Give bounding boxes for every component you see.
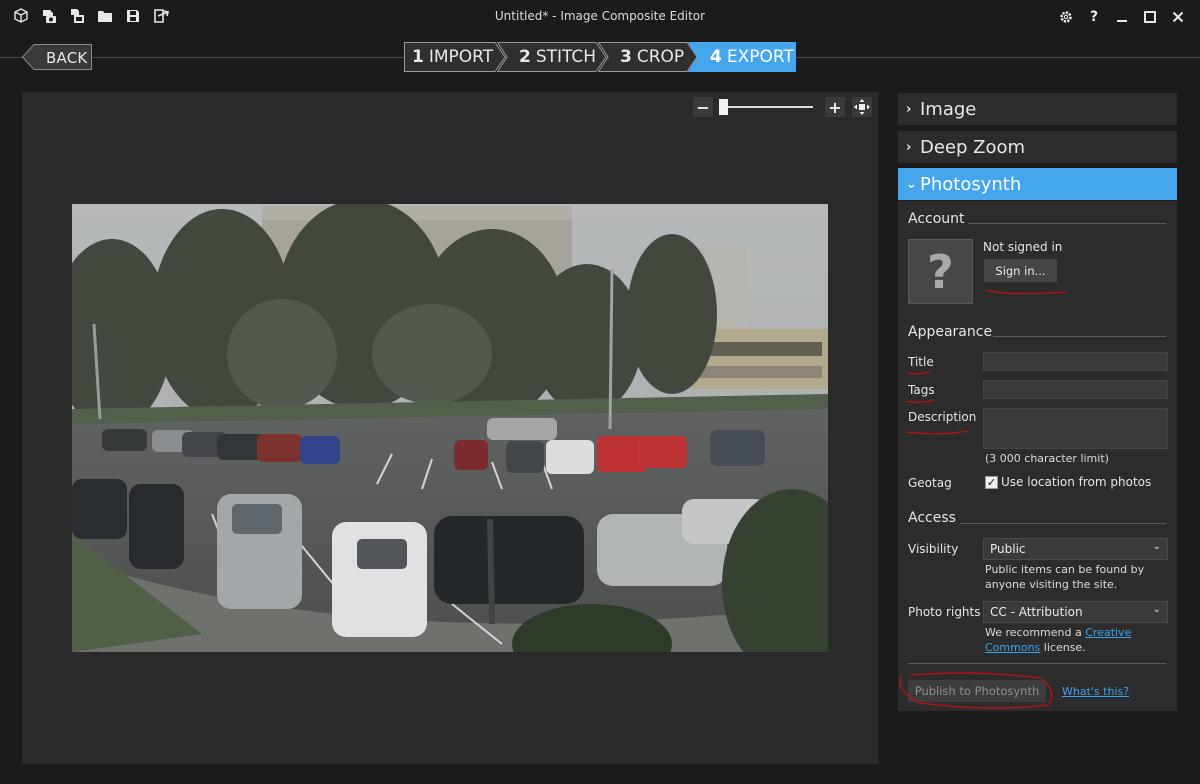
zoom-out-button[interactable]: −: [693, 97, 713, 117]
step-crop[interactable]: 3 CROP: [598, 42, 698, 72]
minimize-icon[interactable]: [1111, 6, 1133, 28]
section-image-label: Image: [920, 98, 977, 120]
fit-to-window-icon[interactable]: [852, 97, 872, 117]
close-icon[interactable]: [1167, 6, 1189, 28]
annotation-marks: [899, 289, 1067, 709]
panorama-preview-image: [72, 204, 828, 652]
sign-in-button[interactable]: Sign in...: [984, 259, 1057, 282]
back-label: BACK: [46, 49, 88, 67]
window-title: Untitled* - Image Composite Editor: [494, 9, 706, 23]
account-heading: Account: [908, 211, 965, 227]
section-deep-zoom-header[interactable]: › Deep Zoom: [898, 131, 1177, 163]
chevron-down-icon: ⌄: [906, 176, 917, 192]
step-label: EXPORT: [726, 47, 794, 67]
step-label: STITCH: [535, 47, 597, 67]
zoom-slider[interactable]: [720, 106, 813, 108]
maximize-icon[interactable]: [1139, 6, 1161, 28]
gear-icon[interactable]: [1055, 6, 1077, 28]
step-label: IMPORT: [428, 47, 494, 67]
section-photosynth-header[interactable]: ⌄ Photosynth: [898, 168, 1177, 200]
step-stitch[interactable]: 2 STITCH: [497, 42, 607, 72]
step-number: 4: [710, 47, 722, 67]
step-import[interactable]: 1 IMPORT: [404, 42, 506, 72]
section-image-header[interactable]: › Image: [898, 93, 1177, 125]
chevron-right-icon: ›: [906, 101, 912, 117]
step-number: 2: [519, 47, 531, 67]
sign-in-status: Not signed in: [983, 240, 1063, 254]
chevron-right-icon: ›: [906, 139, 912, 155]
section-deep-zoom-label: Deep Zoom: [920, 136, 1026, 158]
step-number: 3: [620, 47, 632, 67]
step-export[interactable]: 4 EXPORT: [688, 42, 796, 72]
back-button[interactable]: BACK: [22, 44, 92, 70]
zoom-in-button[interactable]: +: [825, 97, 845, 117]
section-photosynth-label: Photosynth: [920, 173, 1022, 195]
step-label: CROP: [636, 47, 685, 67]
zoom-slider-thumb[interactable]: [719, 99, 728, 115]
help-button[interactable]: ?: [1083, 6, 1105, 28]
step-number: 1: [412, 47, 424, 67]
section-divider: [968, 223, 1166, 224]
